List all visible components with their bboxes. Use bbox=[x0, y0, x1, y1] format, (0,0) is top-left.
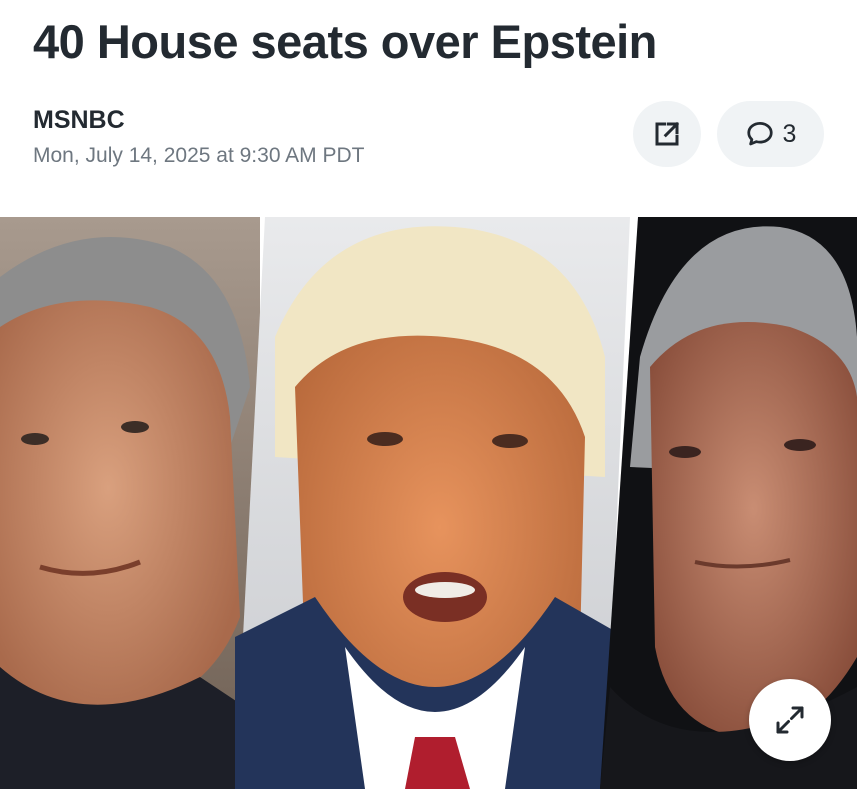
center-portrait bbox=[235, 217, 630, 789]
headline: 40 House seats over Epstein bbox=[33, 15, 657, 68]
comments-count: 3 bbox=[782, 119, 797, 148]
hero-image[interactable] bbox=[0, 217, 857, 789]
publish-timestamp: Mon, July 14, 2025 at 9:30 AM PDT bbox=[33, 144, 365, 167]
left-portrait bbox=[0, 217, 260, 789]
comments-button[interactable]: 3 bbox=[717, 101, 824, 167]
source-name[interactable]: MSNBC bbox=[33, 104, 365, 136]
share-button[interactable] bbox=[633, 101, 701, 167]
byline: MSNBC Mon, July 14, 2025 at 9:30 AM PDT bbox=[33, 104, 365, 170]
external-link-icon bbox=[655, 121, 680, 146]
expand-arrows-icon bbox=[776, 706, 804, 734]
speech-bubble-icon bbox=[746, 122, 773, 146]
expand-image-button[interactable] bbox=[749, 679, 831, 761]
